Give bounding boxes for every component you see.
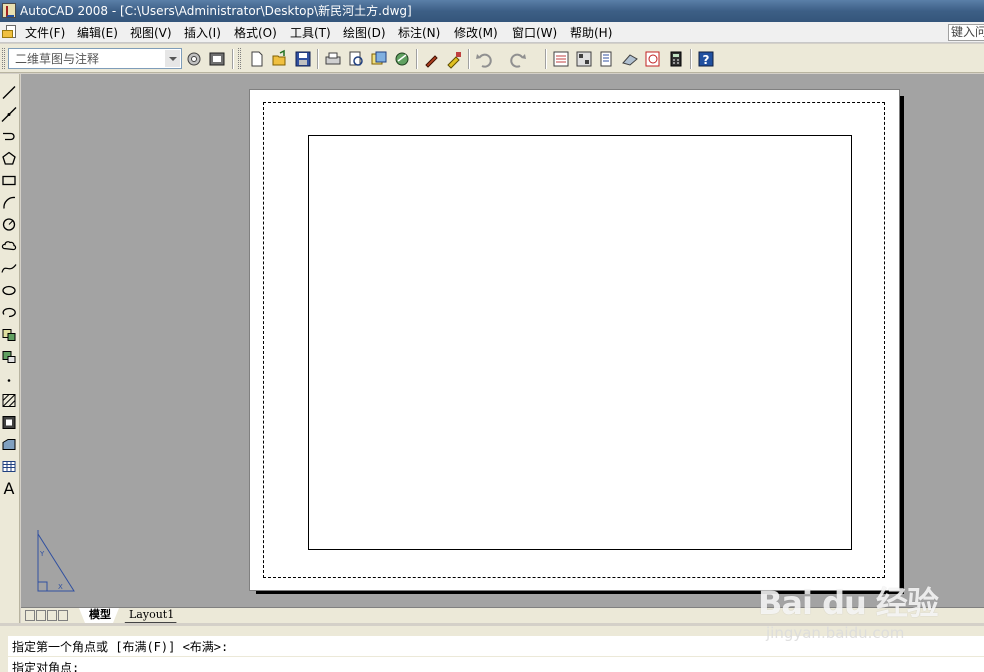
redo-icon[interactable] <box>508 49 528 69</box>
new-file-icon[interactable] <box>247 49 267 69</box>
autocad-window: AutoCAD 2008 - [C:\Users\Administrator\D… <box>0 0 984 672</box>
my-workspace-icon[interactable] <box>207 49 227 69</box>
gradient-icon[interactable] <box>1 414 17 431</box>
workspace-select[interactable]: 二维草图与注释 <box>8 48 182 69</box>
prev-tab-button[interactable] <box>36 610 46 621</box>
block-editor-icon[interactable] <box>444 49 464 69</box>
help-icon[interactable]: ? <box>696 49 716 69</box>
window-title: AutoCAD 2008 - [C:\Users\Administrator\D… <box>20 4 412 18</box>
ucs-icon: Y X <box>37 530 75 592</box>
command-prompt: 指定第一个角点或 [布满(F)] <布满>: <box>12 640 229 654</box>
title-bar[interactable]: AutoCAD 2008 - [C:\Users\Administrator\D… <box>0 0 984 22</box>
arc-icon[interactable] <box>1 194 17 211</box>
toolbar-grip[interactable] <box>2 48 5 69</box>
matchprop-icon[interactable] <box>422 49 442 69</box>
plot-icon[interactable] <box>323 49 343 69</box>
design-center-icon[interactable] <box>574 49 594 69</box>
workspace-settings-icon[interactable] <box>184 49 204 69</box>
workspace-value: 二维草图与注释 <box>15 52 100 66</box>
svg-text:Y: Y <box>39 550 45 558</box>
circle-icon[interactable] <box>1 216 17 233</box>
layout-tab-bar: 模型 Layout1 <box>21 607 984 623</box>
properties-icon[interactable] <box>551 49 571 69</box>
toolbar-separator <box>317 49 319 69</box>
line-icon[interactable] <box>1 84 17 101</box>
menu-file[interactable]: 文件(F) <box>25 25 65 41</box>
autocad-app-icon[interactable] <box>2 3 16 18</box>
plot-preview-icon[interactable] <box>346 49 366 69</box>
tab-layout1[interactable]: Layout1 <box>119 608 182 623</box>
toolbar-separator <box>416 49 418 69</box>
table-icon[interactable] <box>1 458 17 475</box>
svg-text:?: ? <box>703 53 710 67</box>
menu-format[interactable]: 格式(O) <box>234 25 277 41</box>
tab-model[interactable]: 模型 <box>79 608 119 623</box>
markup-icon[interactable] <box>643 49 663 69</box>
menu-draw[interactable]: 绘图(D) <box>343 25 386 41</box>
sheet-set-icon[interactable] <box>620 49 640 69</box>
help-search-input[interactable]: 键入问 <box>948 24 984 41</box>
menu-edit[interactable]: 编辑(E) <box>77 25 118 41</box>
construction-line-icon[interactable] <box>1 106 17 123</box>
toolbar-grip[interactable] <box>238 48 241 69</box>
toolbar-separator <box>545 49 547 69</box>
3d-dwf-icon[interactable] <box>392 49 412 69</box>
menu-bar: 文件(F) 编辑(E) 视图(V) 插入(I) 格式(O) 工具(T) 绘图(D… <box>0 22 984 43</box>
menu-modify[interactable]: 修改(M) <box>454 25 498 41</box>
menu-dimension[interactable]: 标注(N) <box>398 25 440 41</box>
polyline-icon[interactable] <box>1 128 17 145</box>
menu-insert[interactable]: 插入(I) <box>184 25 221 41</box>
chevron-down-icon[interactable] <box>165 50 180 67</box>
ellipse-icon[interactable] <box>1 282 17 299</box>
svg-text:X: X <box>58 583 63 591</box>
toolbar-separator <box>232 49 234 69</box>
ellipse-arc-icon[interactable] <box>1 304 17 321</box>
command-input-text[interactable]: 指定对角点: <box>12 661 79 672</box>
tool-palettes-icon[interactable] <box>597 49 617 69</box>
menu-tools[interactable]: 工具(T) <box>290 25 331 41</box>
revision-cloud-icon[interactable] <box>1 238 17 255</box>
menu-view[interactable]: 视图(V) <box>130 25 172 41</box>
calculator-icon[interactable] <box>666 49 686 69</box>
rectangle-icon[interactable] <box>1 172 17 189</box>
save-icon[interactable] <box>293 49 313 69</box>
polygon-icon[interactable] <box>1 150 17 167</box>
toolbar-separator <box>690 49 692 69</box>
command-input-line[interactable] <box>8 657 984 672</box>
next-tab-button[interactable] <box>47 610 57 621</box>
menu-help[interactable]: 帮助(H) <box>570 25 612 41</box>
publish-icon[interactable] <box>369 49 389 69</box>
last-tab-button[interactable] <box>58 610 68 621</box>
make-block-icon[interactable] <box>1 348 17 365</box>
menu-window[interactable]: 窗口(W) <box>512 25 557 41</box>
toolbar-separator <box>468 49 470 69</box>
region-icon[interactable] <box>1 436 17 453</box>
hatch-icon[interactable] <box>1 392 17 409</box>
undo-icon[interactable] <box>474 49 494 69</box>
point-icon[interactable] <box>1 370 17 387</box>
standard-toolbar: 二维草图与注释 ? <box>0 44 984 73</box>
draw-toolbar: A <box>0 74 20 634</box>
first-tab-button[interactable] <box>25 610 35 621</box>
layout-viewport[interactable] <box>308 135 852 550</box>
multiline-text-icon[interactable]: A <box>1 480 17 497</box>
spline-icon[interactable] <box>1 260 17 277</box>
insert-block-icon[interactable] <box>1 326 17 343</box>
document-menu-icon[interactable] <box>2 25 18 39</box>
open-file-icon[interactable] <box>270 49 290 69</box>
